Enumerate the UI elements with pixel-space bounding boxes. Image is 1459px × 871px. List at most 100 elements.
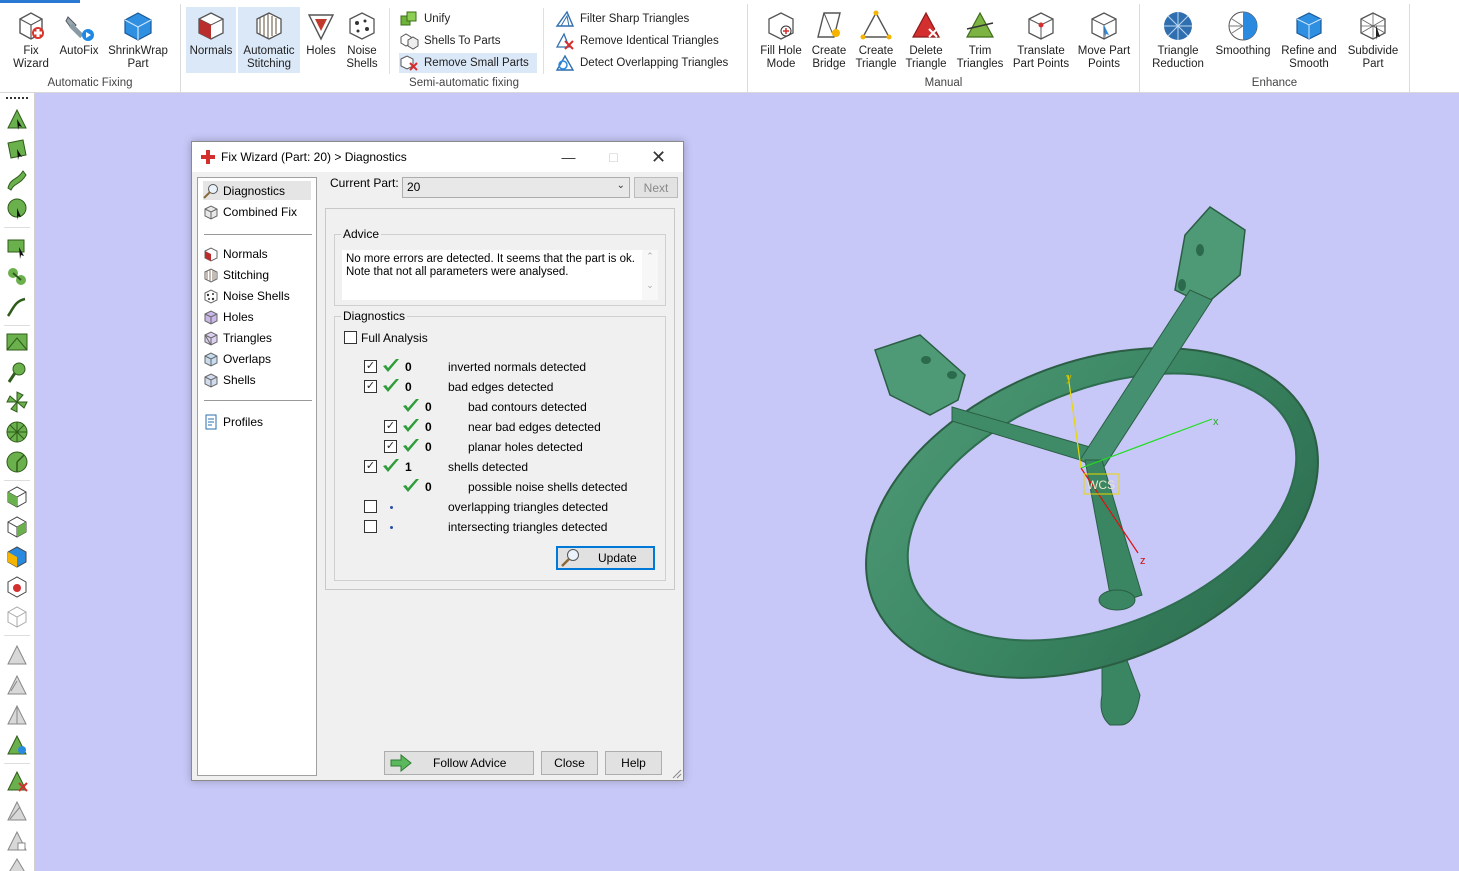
select-colored-part-icon[interactable] xyxy=(5,545,29,569)
current-part-select[interactable]: 20 ⌄ xyxy=(402,177,630,198)
noise-shells-button[interactable]: Noise Shells xyxy=(342,7,382,71)
select-disabled-part-icon[interactable] xyxy=(5,605,29,629)
select-surface-icon[interactable] xyxy=(5,137,29,161)
smoothing-label: Smoothing xyxy=(1215,45,1271,57)
create-bridge-button[interactable]: Create Bridge xyxy=(808,7,850,71)
select-plane-icon[interactable] xyxy=(5,330,29,354)
smoothing-button[interactable]: Smoothing xyxy=(1212,7,1274,58)
planar-holes-checkbox[interactable]: ✓ xyxy=(384,440,397,453)
scroll-up-icon[interactable]: ⌃ xyxy=(642,250,658,263)
nav-item-overlaps[interactable]: Overlaps xyxy=(203,349,275,368)
select-marked-part-icon[interactable] xyxy=(5,575,29,599)
nav-item-diagnostics[interactable]: Diagnostics xyxy=(203,181,311,200)
create-triangle-button[interactable]: Create Triangle xyxy=(852,7,900,71)
holes-button[interactable]: Holes xyxy=(302,7,340,58)
nav-item-holes[interactable]: Holes xyxy=(203,307,258,326)
close-button[interactable]: Close xyxy=(541,751,598,775)
nav-label-shells: Shells xyxy=(223,372,256,387)
fix-wizard-button[interactable]: Fix Wizard xyxy=(8,7,54,71)
autofix-label: AutoFix xyxy=(59,45,99,57)
select-box-icon[interactable] xyxy=(5,235,29,259)
detect-overlapping-triangles-button[interactable]: Detect Overlapping Triangles xyxy=(555,53,736,73)
help-button[interactable]: Help xyxy=(605,751,662,775)
select-part-icon[interactable] xyxy=(5,485,29,509)
shrink-selection-icon[interactable] xyxy=(5,673,29,697)
triangle-reduction-button[interactable]: Triangle Reduction xyxy=(1148,7,1208,71)
pending-dot-icon xyxy=(390,526,393,529)
follow-advice-button[interactable]: Follow Advice xyxy=(384,751,534,775)
trim-triangles-button[interactable]: Trim Triangles xyxy=(952,7,1008,71)
close-window-button[interactable]: ✕ xyxy=(636,142,681,172)
normals-button[interactable]: Normals xyxy=(186,7,236,73)
nav-item-stitching[interactable]: Stitching xyxy=(203,265,273,284)
select-part-2-icon[interactable] xyxy=(5,515,29,539)
select-shell-icon[interactable] xyxy=(5,197,29,221)
nav-item-shells[interactable]: Shells xyxy=(203,370,260,389)
remove-identical-triangles-label: Remove Identical Triangles xyxy=(580,35,719,47)
nav-item-noise-shells[interactable]: Noise Shells xyxy=(203,286,294,305)
shells-to-parts-button[interactable]: Shells To Parts xyxy=(399,31,509,51)
refine-and-smooth-button[interactable]: Refine and Smooth xyxy=(1278,7,1340,71)
subdivide-part-button[interactable]: Subdivide Part xyxy=(1342,7,1404,71)
nav-separator xyxy=(204,234,312,235)
full-analysis-checkbox[interactable] xyxy=(344,331,357,344)
update-button[interactable]: Update xyxy=(556,546,655,570)
delete-triangle-button[interactable]: Delete Triangle xyxy=(902,7,950,71)
select-fan-icon[interactable] xyxy=(5,390,29,414)
resize-grip-icon[interactable] xyxy=(672,769,682,779)
follow-advice-label: Follow Advice xyxy=(433,756,507,770)
select-polyline-icon[interactable] xyxy=(5,295,29,319)
nav-item-profiles[interactable]: Profiles xyxy=(203,412,267,431)
axis-z-label: z xyxy=(1140,555,1146,567)
unify-button[interactable]: Unify xyxy=(399,9,458,29)
remove-small-parts-button[interactable]: Remove Small Parts xyxy=(399,53,537,73)
translate-label-2: Part Points xyxy=(1012,58,1070,70)
autofix-button[interactable]: AutoFix xyxy=(56,7,102,58)
nav-label-holes: Holes xyxy=(223,309,254,324)
bad-edges-checkbox[interactable]: ✓ xyxy=(364,380,377,393)
scroll-down-icon[interactable]: ⌄ xyxy=(642,279,658,292)
holes-icon xyxy=(307,14,335,41)
intersecting-triangles-checkbox[interactable] xyxy=(364,520,377,533)
select-sphere-icon[interactable] xyxy=(5,420,29,444)
select-lasso-icon[interactable] xyxy=(5,265,29,289)
shrinkwrap-part-button[interactable]: ShrinkWrap Part xyxy=(104,7,172,71)
dialog-titlebar[interactable]: Fix Wizard (Part: 20) > Diagnostics — □ … xyxy=(192,142,683,172)
create-bridge-icon xyxy=(817,12,841,38)
selection-extra-icon[interactable] xyxy=(5,853,29,871)
expand-selection-icon[interactable] xyxy=(5,643,29,667)
select-all-icon[interactable] xyxy=(5,733,29,757)
select-radial-icon[interactable] xyxy=(5,450,29,474)
shells-checkbox[interactable]: ✓ xyxy=(364,460,377,473)
nav-item-triangles[interactable]: Triangles xyxy=(203,328,276,347)
automatic-stitching-button[interactable]: Automatic Stitching xyxy=(238,7,300,73)
subdivide-part-icon xyxy=(1360,12,1386,40)
select-connected-icon[interactable] xyxy=(5,360,29,384)
next-button[interactable]: Next xyxy=(634,177,678,198)
advice-scrollbar[interactable]: ⌃ ⌄ xyxy=(642,250,658,300)
filter-sharp-triangles-button[interactable]: Filter Sharp Triangles xyxy=(555,9,697,29)
unify-icon xyxy=(400,11,417,26)
near-bad-edges-checkbox[interactable]: ✓ xyxy=(384,420,397,433)
fill-hole-icon xyxy=(768,12,794,40)
fill-hole-mode-button[interactable]: Fill Hole Mode xyxy=(756,7,806,71)
fix-wizard-label-2: Wizard xyxy=(13,58,49,70)
translate-part-points-button[interactable]: Translate Part Points xyxy=(1010,7,1072,71)
invert-selection-icon[interactable] xyxy=(5,703,29,727)
hide-selection-icon[interactable] xyxy=(5,799,29,823)
move-part-points-button[interactable]: Move Part Points xyxy=(1074,7,1134,71)
nav-item-combined-fix[interactable]: Combined Fix xyxy=(203,202,301,221)
toolbar-grip[interactable] xyxy=(6,97,28,99)
select-curve-icon[interactable] xyxy=(5,167,29,191)
3d-part-model[interactable]: x y z WCS xyxy=(840,195,1360,735)
minimize-button[interactable]: — xyxy=(546,142,591,172)
copy-selection-icon[interactable] xyxy=(5,829,29,853)
maximize-button[interactable]: □ xyxy=(591,142,636,172)
nav-item-normals[interactable]: Normals xyxy=(203,244,272,263)
delete-selection-icon[interactable] xyxy=(5,769,29,793)
inverted-normals-checkbox[interactable]: ✓ xyxy=(364,360,377,373)
remove-identical-triangles-button[interactable]: Remove Identical Triangles xyxy=(555,31,727,51)
delete-triangle-label-1: Delete xyxy=(909,45,943,57)
select-triangle-icon[interactable] xyxy=(5,107,29,131)
overlapping-triangles-checkbox[interactable] xyxy=(364,500,377,513)
